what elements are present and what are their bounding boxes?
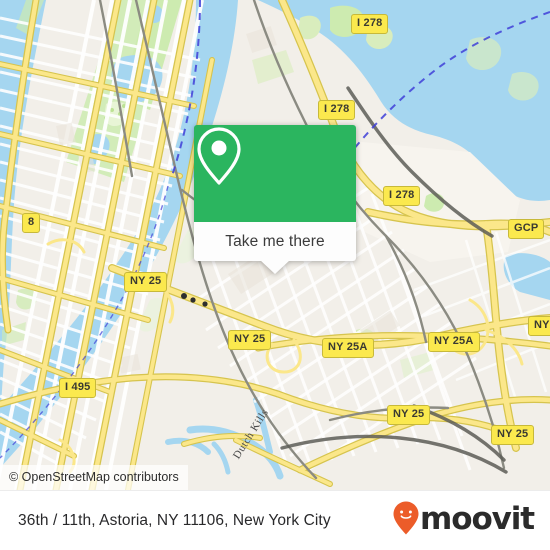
highway-shield: 8 [22,213,41,233]
take-me-there-button[interactable]: Take me there [194,222,356,261]
highway-shield: I 278 [383,186,421,206]
footer-bar: 36th / 11th, Astoria, NY 11106, New York… [0,490,550,550]
highway-shield: NY 25A [322,338,374,358]
highway-shield: NY 25A [428,332,480,352]
callout-tail [260,260,290,274]
moovit-logo[interactable]: moovit [393,500,535,540]
location-address: 36th / 11th, Astoria, NY 11106, New York… [18,511,331,529]
highway-shield: GCP [508,219,545,239]
map-canvas[interactable]: I 278 I 278 I 278 GCP 8 NY 25 NY 25 NY 2… [0,0,550,490]
take-me-there-callout[interactable]: Take me there [194,125,356,274]
moovit-wordmark: moovit [420,500,535,537]
map-screenshot: I 278 I 278 I 278 GCP 8 NY 25 NY 25 NY 2… [0,0,550,550]
highway-shield: NY [528,316,550,336]
highway-shield: I 495 [59,378,97,398]
osm-attribution[interactable]: © OpenStreetMap contributors [0,464,188,490]
moovit-pin-icon [393,501,419,540]
highway-shield: I 278 [318,100,356,120]
highway-shield: NY 25 [491,425,535,445]
highway-shield: I 278 [351,14,389,34]
highway-shield: NY 25 [228,330,272,350]
highway-shield: NY 25 [124,272,168,292]
callout-icon-panel [194,125,356,222]
highway-shield: NY 25 [387,405,431,425]
